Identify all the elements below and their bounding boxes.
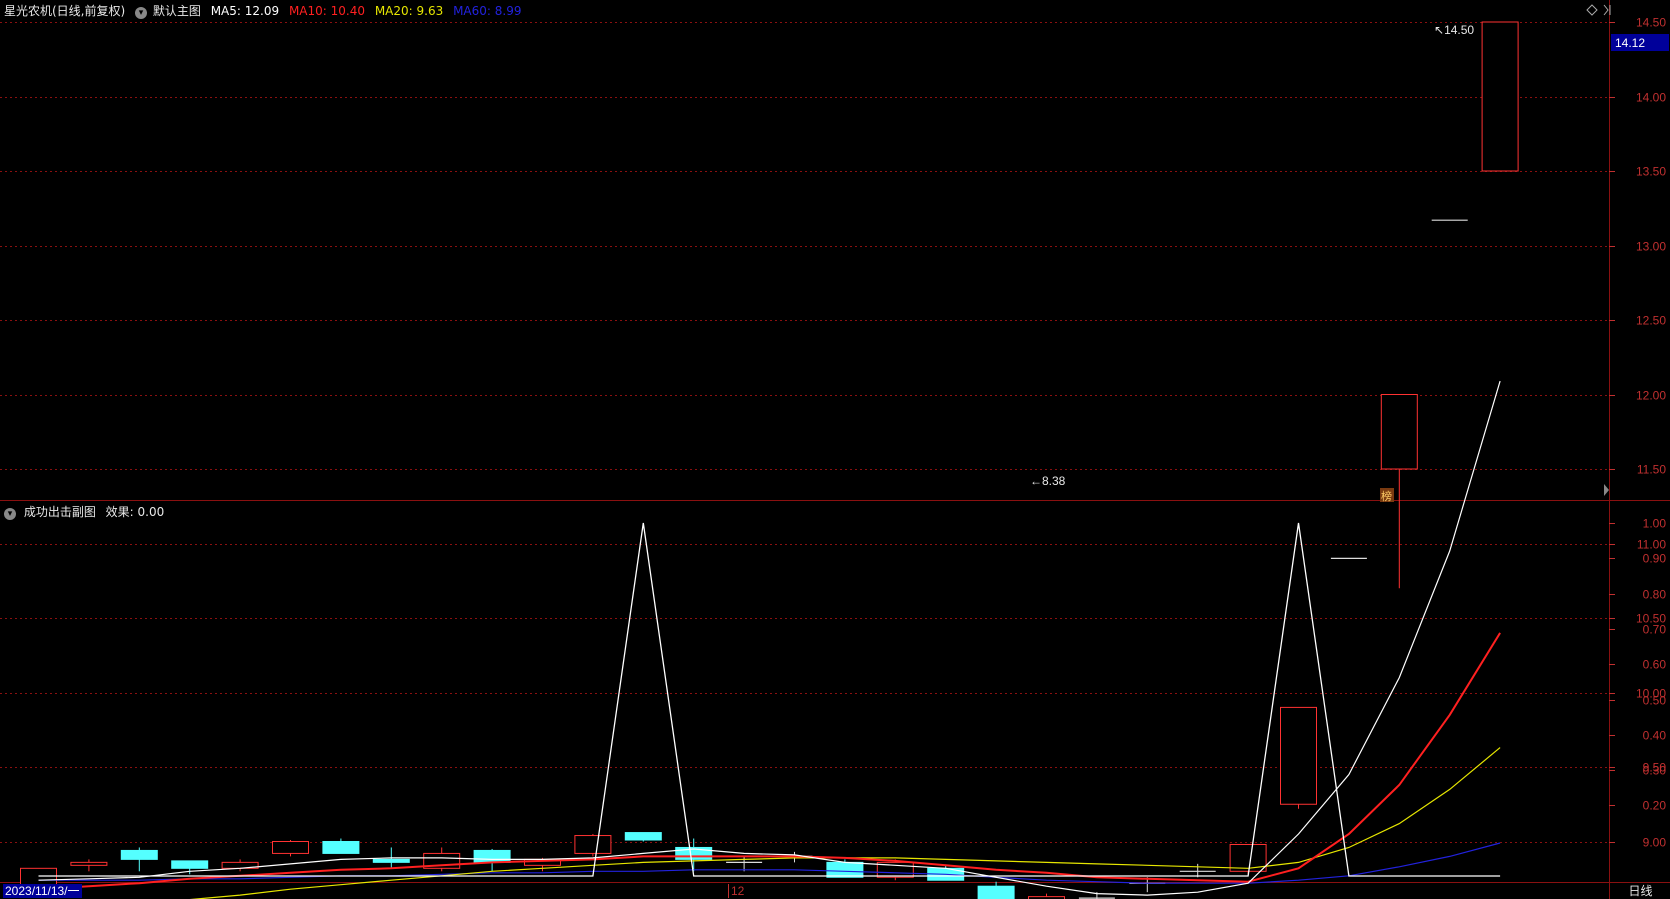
sub-header: ▾ 成功出击副图 效果: 0.00 <box>4 503 164 520</box>
axis-tick-label: 14.00 <box>1636 91 1666 105</box>
axis-tick-label: 12.50 <box>1636 314 1666 328</box>
candle-body <box>272 841 309 854</box>
candle-body <box>372 858 410 863</box>
axis-tick-label: 14.50 <box>1636 16 1666 30</box>
axis-tick-label: 13.50 <box>1636 165 1666 179</box>
candle-body <box>322 841 360 854</box>
indicator-line <box>38 522 1501 877</box>
ma10-value: MA10: 10.40 <box>288 4 365 18</box>
high-price-value: 14.50 <box>1444 23 1474 37</box>
axis-tick-label: 0.20 <box>1643 799 1667 813</box>
axis-tick-label: 0.40 <box>1643 729 1667 743</box>
last-price-label: 14.12 <box>1615 36 1645 50</box>
main-header: 星光农机(日线,前复权) ▾ 默认主图 MA5: 12.09 MA10: 10.… <box>4 2 521 19</box>
low-price-annotation: ←8.38 <box>1030 474 1066 488</box>
candle-body <box>473 849 511 863</box>
stock-title[interactable]: 星光农机(日线,前复权) <box>4 4 125 18</box>
axis-tick-label: 11.50 <box>1637 463 1666 477</box>
indicator-effect: 效果: 0.00 <box>105 505 165 519</box>
period-button[interactable]: 日线 <box>1612 883 1669 899</box>
candle-body <box>70 861 108 866</box>
axis-tick-label: 11.00 <box>1637 538 1666 552</box>
axis-tick-label: 0.70 <box>1643 623 1667 637</box>
candle-body <box>574 835 612 854</box>
axis-tick-label: 0.30 <box>1643 764 1667 778</box>
month-tick-label: 12 <box>728 884 744 898</box>
axis-tick-label: 12.00 <box>1636 389 1666 403</box>
candle-body <box>1280 706 1317 805</box>
ma20-value: MA20: 9.63 <box>374 4 444 18</box>
ma5-line <box>38 380 1501 896</box>
axis-tick-label: 1.00 <box>1643 517 1667 531</box>
high-price-annotation: ↖14.50 <box>1434 23 1474 37</box>
chevron-down-icon[interactable]: ▾ <box>4 508 16 520</box>
axis-tick-label: 0.90 <box>1643 552 1667 566</box>
axis-tick-label: 0.60 <box>1643 658 1667 672</box>
stock-chart[interactable]: 14.50 14.00 13.50 13.00 12.50 12.00 11.50 11.00… <box>0 0 1670 899</box>
chevron-down-icon[interactable]: ▾ <box>135 7 148 19</box>
expand-icon[interactable] <box>1603 4 1609 16</box>
main-chart-name[interactable]: 默认主图 <box>153 4 201 18</box>
low-price-value: 8.38 <box>1042 474 1066 488</box>
candle-body <box>1481 21 1519 172</box>
candle-body <box>171 860 209 869</box>
candle-body <box>1380 394 1418 470</box>
indicator-series <box>38 522 1501 877</box>
ma5-value: MA5: 12.09 <box>210 4 280 18</box>
axis-tick-label: 9.00 <box>1643 836 1667 850</box>
candle-body <box>624 832 662 841</box>
axis-tick-label: 0.50 <box>1643 694 1667 708</box>
candle-body <box>826 861 864 878</box>
sub-value-axis: 1.00 0.90 0.80 0.70 0.60 0.50 0.40 0.30 0.20 <box>1609 517 1666 813</box>
axis-tick-label: 13.00 <box>1636 240 1666 254</box>
candle-body <box>977 885 1015 899</box>
candle-body <box>120 849 158 860</box>
moving-average-lines <box>38 380 1501 899</box>
start-date-label: 2023/11/13/一 <box>3 884 82 898</box>
main-grid <box>0 22 1609 843</box>
rank-badge-label: 榜 <box>1381 489 1392 503</box>
ma60-value: MA60: 8.99 <box>453 4 522 18</box>
indicator-name[interactable]: 成功出击副图 <box>24 505 96 519</box>
pane-down-icon[interactable] <box>1604 484 1609 496</box>
diamond-icon[interactable] <box>1586 4 1598 16</box>
axis-tick-label: 0.80 <box>1643 588 1667 602</box>
